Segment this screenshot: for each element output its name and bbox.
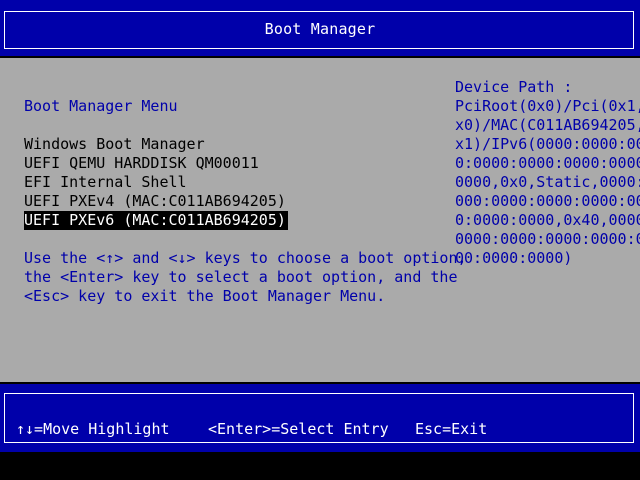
- device-path-line: x1)/IPv6(0000:0000:000: [455, 135, 640, 153]
- device-path-panel: Device Path : PciRoot(0x0)/Pci(0x1,0 x0)…: [455, 78, 640, 268]
- page-title: Boot Manager: [264, 20, 376, 38]
- device-path-line: x0)/MAC(C011AB694205,0: [455, 116, 640, 134]
- move-highlight-hint: ↑↓=Move Highlight: [16, 420, 170, 438]
- device-path-line: 00:0000:0000): [455, 249, 573, 267]
- device-path-label: Device Path :: [455, 78, 573, 96]
- device-path-line: 0:0000:0000,0x40,0000:: [455, 211, 640, 229]
- boot-option-list: Windows Boot Manager UEFI QEMU HARDDISK …: [24, 135, 288, 230]
- select-entry-hint: <Enter>=Select Entry: [208, 420, 389, 438]
- help-line: the <Enter> key to select a boot option,…: [24, 268, 458, 286]
- boot-option-efi-internal-shell[interactable]: EFI Internal Shell: [24, 173, 189, 192]
- device-path-line: 0000,0x0,Static,0000:0: [455, 173, 640, 191]
- boot-option-pxev4[interactable]: UEFI PXEv4 (MAC:C011AB694205): [24, 192, 288, 211]
- device-path-line: 0:0000:0000:0000:0000:: [455, 154, 640, 172]
- device-path-line: 000:0000:0000:0000:000: [455, 192, 640, 210]
- device-path-line: PciRoot(0x0)/Pci(0x1,0: [455, 97, 640, 115]
- help-text: Use the <↑> and <↓> keys to choose a boo…: [24, 249, 467, 306]
- menu-heading: Boot Manager Menu: [24, 97, 178, 115]
- device-path-line: 0000:0000:0000:0000:00: [455, 230, 640, 248]
- boot-option-windows-boot-manager[interactable]: Windows Boot Manager: [24, 135, 207, 154]
- boot-option-qemu-harddisk[interactable]: UEFI QEMU HARDDISK QM00011: [24, 154, 261, 173]
- boot-option-pxev6-selected[interactable]: UEFI PXEv6 (MAC:C011AB694205): [24, 211, 288, 230]
- main-panel: Boot Manager Menu Windows Boot Manager U…: [0, 58, 640, 382]
- help-line: <Esc> key to exit the Boot Manager Menu.: [24, 287, 386, 305]
- help-line: Use the <↑> and <↓> keys to choose a boo…: [24, 249, 467, 267]
- exit-hint: Esc=Exit: [415, 420, 488, 438]
